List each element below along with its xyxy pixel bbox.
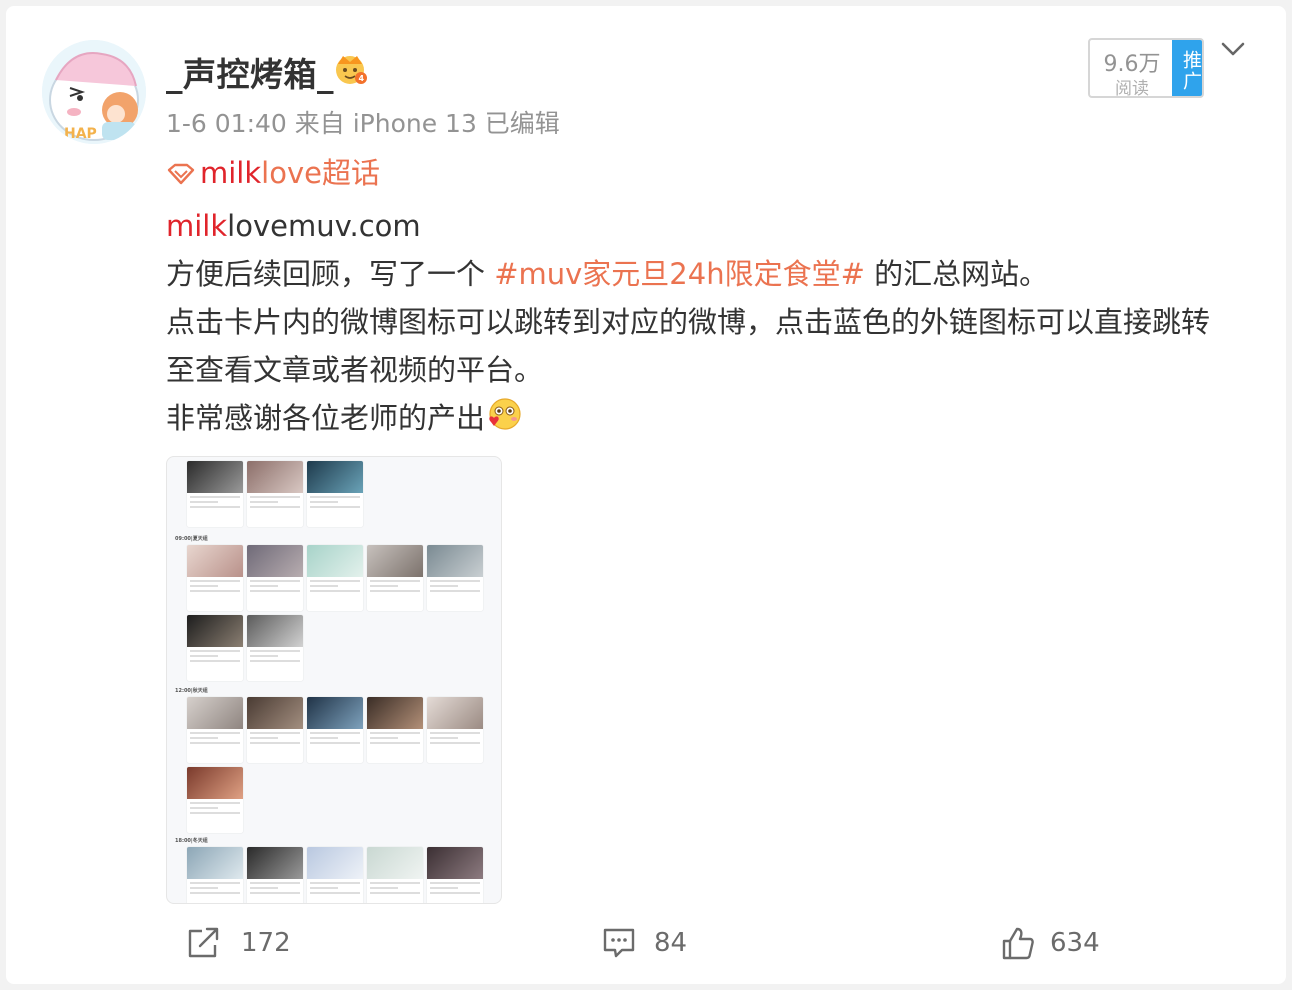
thumbnail-card [307,545,363,611]
body-line-4-text: 非常感谢各位老师的产出 [166,401,486,435]
thumbnail-card [187,767,243,833]
body-line-1-end: 的汇总网站。 [864,257,1049,291]
thumbnail-card [427,697,483,763]
weibo-post-card: HAP _声控烤箱_ 4 1-6 01:40 来自 iPhone 13 已编辑 … [6,6,1286,984]
thumbnail-card [367,847,423,903]
comment-count: 84 [654,928,688,958]
crown-icon[interactable]: 4 [330,50,370,86]
repost-button[interactable]: 172 [186,922,326,966]
svg-text:HAP: HAP [64,126,97,142]
thumbnail-card [427,545,483,611]
website-link[interactable]: milklovemuv.com [166,202,1266,250]
supertopic-link[interactable]: milklove超话 [166,156,380,190]
comment-button[interactable]: 84 [602,922,722,966]
body-line-2: 点击卡片内的微博图标可以跳转到对应的微博，点击蓝色的外链图标可以直接跳转 [166,305,1211,339]
thumbnail-card [247,847,303,903]
link-prefix: milk [166,209,228,243]
thumbnail-card [247,461,303,527]
body-line-1-start: 方便后续回顾，写了一个 [166,257,495,291]
username[interactable]: _声控烤箱_ [166,48,334,96]
comment-icon [603,928,635,958]
body-line-4: 非常感谢各位老师的产出 [166,394,1266,442]
share-icon [188,927,219,958]
post-body: milklovemuv.com 方便后续回顾，写了一个 #muv家元旦24h限定… [166,202,1266,442]
topic-prefix: milk [200,156,262,190]
diamond-icon [167,163,195,185]
thumbnail-card [187,461,243,527]
thumbnail-card [247,615,303,681]
like-button[interactable]: 634 [1000,922,1120,966]
read-count-badge[interactable]: 9.6万 阅读 推广 [1088,38,1204,98]
thumbnail-section-title: 12:00|秋天组 [175,688,208,694]
thumbnail-card [187,847,243,903]
promote-button[interactable]: 推广 [1172,40,1202,96]
thumbnail-card [367,697,423,763]
thumbnail-card [307,847,363,903]
read-label: 阅读 [1115,79,1149,98]
post-image-thumbnail[interactable]: 09:00|夏天组 12:00|秋天组 18:00|冬天组 [166,456,502,904]
thumbnail-card [307,697,363,763]
avatar[interactable]: HAP [42,40,146,144]
topic-suffix: love超话 [261,156,380,190]
thumbnail-section-title: 18:00|冬天组 [175,838,208,844]
blush-emoji-icon [489,398,521,430]
post-meta: 1-6 01:40 来自 iPhone 13 已编辑 [166,109,560,138]
thumbs-up-icon [1002,927,1034,960]
thumbnail-section-title: 09:00|夏天组 [175,536,208,542]
repost-count: 172 [241,928,291,958]
thumbnail-card [367,545,423,611]
thumbnail-card [247,545,303,611]
body-line-3: 至查看文章或者视频的平台。 [166,353,544,387]
avatar-image: HAP [42,40,146,144]
thumbnail-card [187,615,243,681]
svg-text:4: 4 [359,74,365,83]
hashtag-link[interactable]: #muv家元旦24h限定食堂# [494,257,865,291]
thumbnail-card [187,697,243,763]
thumbnail-card [247,697,303,763]
like-count: 634 [1050,928,1100,958]
thumbnail-card [307,461,363,527]
thumbnail-card [187,545,243,611]
thumbnail-card [427,847,483,903]
link-suffix: lovemuv.com [227,209,421,243]
body-line-1: 方便后续回顾，写了一个 #muv家元旦24h限定食堂# 的汇总网站。 [166,250,1266,298]
chevron-down-icon[interactable] [1218,36,1248,62]
